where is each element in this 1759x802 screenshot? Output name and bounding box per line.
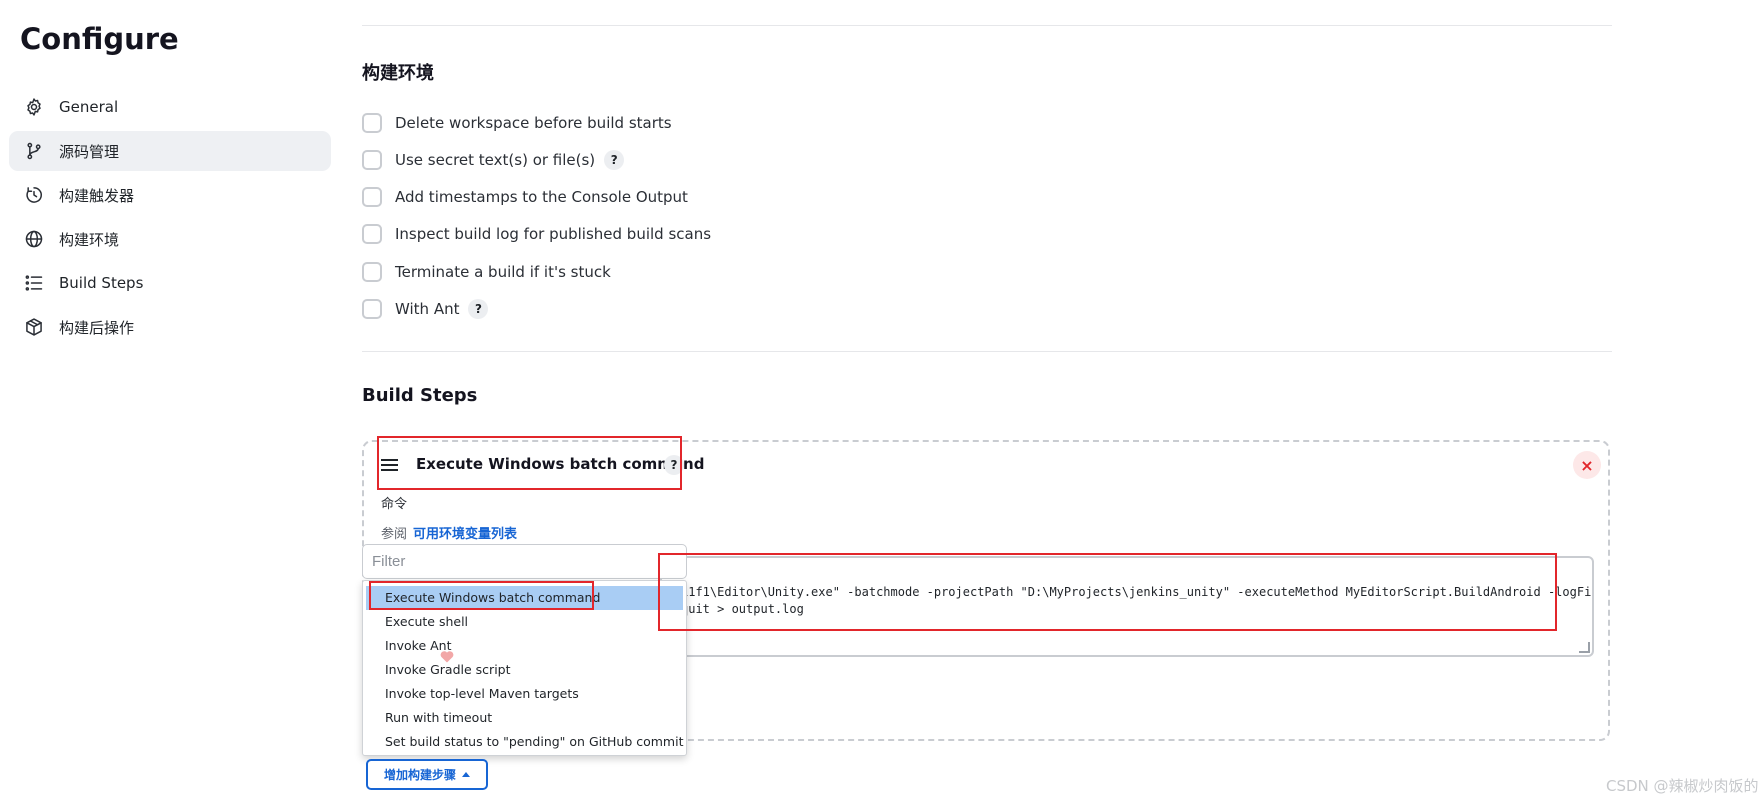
- build-step-title: Execute Windows batch command: [416, 455, 705, 473]
- clock-icon: [23, 184, 45, 206]
- gear-icon: [23, 96, 45, 118]
- sidebar-item-label: Build Steps: [59, 274, 144, 292]
- dropdown-item-gradle[interactable]: Invoke Gradle script: [363, 658, 686, 682]
- caret-up-icon: [462, 772, 470, 777]
- sidebar-item-label: 构建触发器: [59, 186, 135, 205]
- dropdown-item-maven[interactable]: Invoke top-level Maven targets: [363, 682, 686, 706]
- option-label: Delete workspace before build starts: [395, 114, 672, 132]
- heart-icon: [440, 651, 454, 663]
- option-terminate-stuck[interactable]: Terminate a build if it's stuck: [362, 260, 611, 284]
- dropdown-item-windows-batch[interactable]: Execute Windows batch command: [366, 586, 683, 610]
- section-title-build-steps: Build Steps: [362, 385, 478, 406]
- globe-icon: [23, 228, 45, 250]
- sidebar: General 源码管理 构建触发器 构建环境 Build Steps 构建后操…: [9, 87, 331, 351]
- section-title-build-env: 构建环境: [362, 63, 434, 84]
- step-type-dropdown: Execute Windows batch command Execute sh…: [362, 580, 687, 756]
- sidebar-item-label: 构建环境: [59, 230, 120, 249]
- checkbox[interactable]: [362, 187, 382, 207]
- sidebar-item-label: General: [59, 98, 119, 116]
- add-build-step-button[interactable]: 增加构建步骤: [366, 759, 488, 790]
- option-add-timestamps[interactable]: Add timestamps to the Console Output: [362, 185, 688, 209]
- sidebar-item-build-env[interactable]: 构建环境: [9, 219, 331, 259]
- watermark: CSDN @辣椒炒肉饭的: [1606, 777, 1759, 795]
- resize-grip-icon[interactable]: [1579, 642, 1590, 653]
- divider: [362, 25, 1612, 26]
- sidebar-item-label: 构建后操作: [59, 318, 135, 337]
- branch-icon: [23, 140, 45, 162]
- sidebar-item-label: 源码管理: [59, 142, 120, 161]
- option-inspect-build-log[interactable]: Inspect build log for published build sc…: [362, 222, 711, 246]
- dropdown-item-ant[interactable]: Invoke Ant: [363, 634, 686, 658]
- dropdown-item-shell[interactable]: Execute shell: [363, 610, 686, 634]
- divider: [362, 351, 1612, 352]
- close-icon[interactable]: ×: [1573, 451, 1601, 479]
- list-icon: [23, 272, 45, 294]
- option-delete-workspace[interactable]: Delete workspace before build starts: [362, 111, 672, 135]
- sidebar-item-source-control[interactable]: 源码管理: [9, 131, 331, 171]
- command-textarea[interactable]: 11f1\Editor\Unity.exe" -batchmode -proje…: [660, 556, 1594, 657]
- sidebar-item-build-steps[interactable]: Build Steps: [9, 263, 331, 303]
- option-label: Use secret text(s) or file(s): [395, 151, 596, 169]
- add-build-step-label: 增加构建步骤: [383, 768, 456, 782]
- command-line: 11f1\Editor\Unity.exe" -batchmode -proje…: [681, 585, 1594, 599]
- option-label: Terminate a build if it's stuck: [395, 263, 611, 281]
- checkbox[interactable]: [362, 113, 382, 133]
- checkbox[interactable]: [362, 150, 382, 170]
- filter-input[interactable]: [362, 544, 687, 579]
- command-line: quit > output.log: [681, 602, 804, 616]
- sidebar-item-build-triggers[interactable]: 构建触发器: [9, 175, 331, 215]
- help-icon[interactable]: ?: [468, 299, 489, 319]
- help-icon[interactable]: ?: [604, 150, 625, 170]
- checkbox[interactable]: [362, 262, 382, 282]
- command-label: 命令: [381, 497, 408, 512]
- sidebar-item-general[interactable]: General: [9, 87, 331, 127]
- option-label: Add timestamps to the Console Output: [395, 188, 688, 206]
- cube-icon: [23, 316, 45, 338]
- page-title: Configure: [20, 22, 179, 56]
- dropdown-item-timeout[interactable]: Run with timeout: [363, 706, 686, 730]
- drag-handle-icon[interactable]: [381, 459, 398, 473]
- env-vars-link[interactable]: 可用环境变量列表: [413, 527, 517, 542]
- option-with-ant[interactable]: With Ant ?: [362, 297, 489, 321]
- checkbox[interactable]: [362, 224, 382, 244]
- option-label: Inspect build log for published build sc…: [395, 225, 712, 243]
- dropdown-item-github-status[interactable]: Set build status to "pending" on GitHub …: [363, 730, 686, 754]
- option-label: With Ant: [395, 300, 460, 318]
- env-vars-line: 参阅 可用环境变量列表: [381, 523, 517, 542]
- sidebar-item-post-build[interactable]: 构建后操作: [9, 307, 331, 347]
- option-use-secret[interactable]: Use secret text(s) or file(s) ?: [362, 148, 625, 172]
- help-icon[interactable]: ?: [664, 455, 684, 475]
- checkbox[interactable]: [362, 299, 382, 319]
- env-prefix: 参阅: [381, 527, 408, 542]
